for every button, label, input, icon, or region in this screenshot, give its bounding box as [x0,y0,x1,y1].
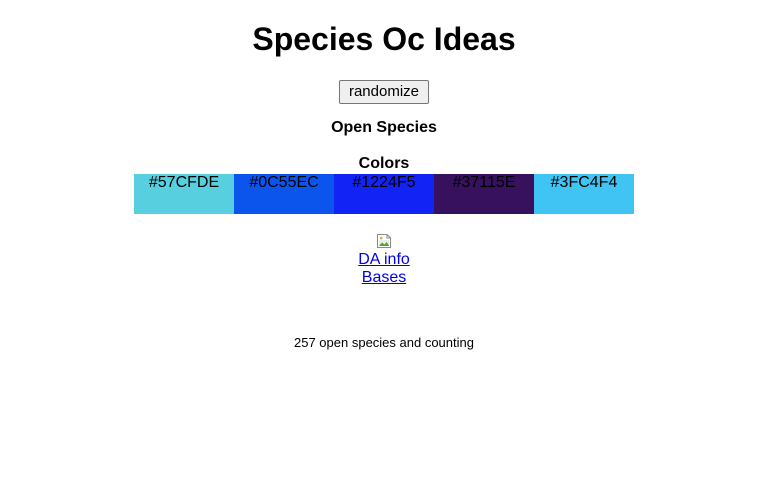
species-heading: Open Species [331,119,437,136]
color-swatch-4: #37115E [434,174,534,214]
bases-link-row: Bases [0,269,768,287]
colors-heading: Colors [358,155,410,172]
color-swatch-3: #1224F5 [334,174,434,214]
color-swatch-2: #0C55EC [234,174,334,214]
page: Species Oc Ideas randomize Open Species … [0,0,768,480]
da-info-link[interactable]: DA info [358,251,410,268]
color-swatch-label: #57CFDE [148,174,220,191]
color-swatch-label: #1224F5 [352,174,416,191]
color-swatch-label: #37115E [452,174,516,191]
color-swatch-label: #0C55EC [249,174,319,191]
color-palette: #57CFDE #0C55EC #1224F5 #37115E #3FC4F4 [134,174,634,214]
species-count-text: 257 open species and counting [294,335,474,350]
color-swatch-label: #3FC4F4 [550,174,618,191]
broken-image-icon [376,233,392,249]
color-swatch-5: #3FC4F4 [534,174,634,214]
page-title: Species Oc Ideas [252,21,516,57]
randomize-button[interactable]: randomize [339,80,429,104]
bases-link[interactable]: Bases [362,269,406,286]
da-info-link-row: DA info [0,251,768,269]
color-swatch-1: #57CFDE [134,174,234,214]
